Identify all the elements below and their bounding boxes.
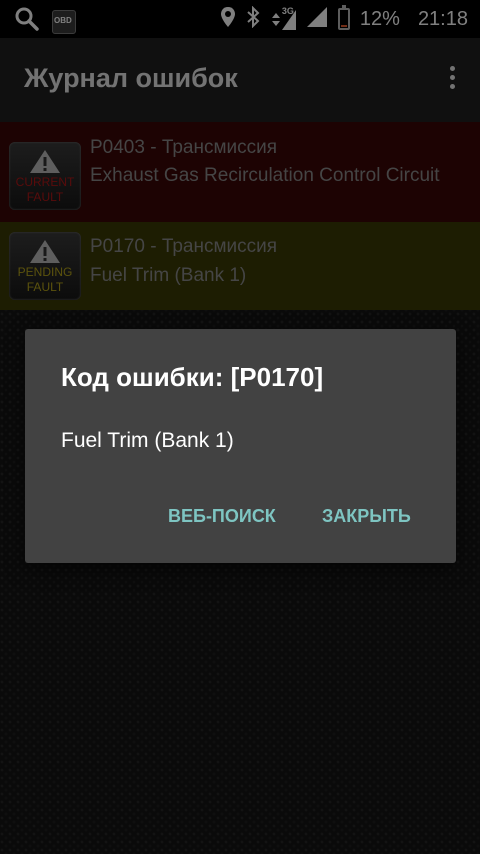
fault-code-dialog: Код ошибки: [P0170] Fuel Trim (Bank 1) В…	[25, 329, 456, 563]
dialog-title: Код ошибки: [P0170]	[61, 362, 324, 392]
screen: OBD 3G	[0, 0, 480, 854]
dialog-message: Fuel Trim (Bank 1)	[61, 429, 234, 452]
web-search-button[interactable]: ВЕБ-ПОИСК	[168, 506, 276, 527]
close-button[interactable]: ЗАКРЫТЬ	[322, 506, 411, 527]
